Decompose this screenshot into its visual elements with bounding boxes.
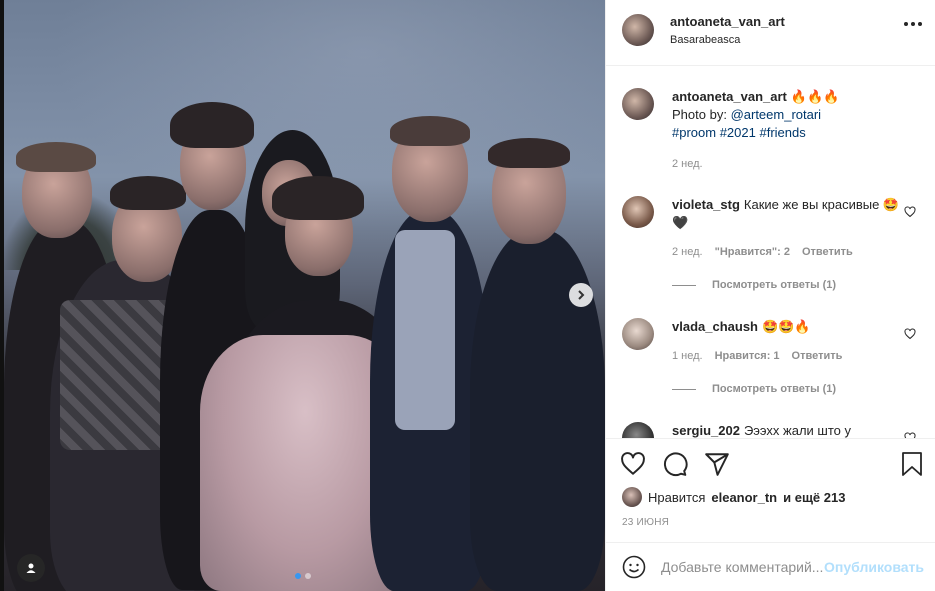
comment-meta: 1 нед. Нравится: 1 Ответить	[672, 350, 842, 362]
author-username[interactable]: antoaneta_van_art	[670, 14, 785, 29]
person-2-hair	[110, 176, 186, 210]
hashtag-link[interactable]: #friends	[759, 125, 805, 140]
comment-username[interactable]: vlada_chaush	[672, 319, 758, 334]
carousel-indicator	[295, 573, 311, 579]
liker-username[interactable]: eleanor_tn	[711, 490, 777, 505]
comment-body: violeta_stg Какие же вы красивые 🤩🖤	[672, 196, 902, 232]
carousel-dot	[305, 573, 311, 579]
liker-avatar[interactable]	[622, 487, 642, 507]
tagged-users-button[interactable]	[17, 554, 45, 582]
commenter-avatar[interactable]	[622, 196, 654, 228]
carousel-next-button[interactable]	[569, 283, 593, 307]
more-dot-icon	[911, 22, 915, 26]
caption-photo-by-label: Photo by:	[672, 107, 727, 122]
replies-line	[672, 284, 696, 286]
comment-input[interactable]: Добавьте комментарий...	[661, 559, 831, 575]
comments-list[interactable]: antoaneta_van_art 🔥🔥🔥 Photo by: @arteem_r…	[606, 66, 935, 438]
person-3-hair	[170, 102, 254, 148]
comment-text: Эээхх жали што у	[743, 423, 851, 438]
user-icon	[26, 563, 36, 573]
view-replies-label: Посмотреть ответы (1)	[712, 383, 837, 395]
hashtag-link[interactable]: #2021	[720, 125, 756, 140]
chevron-right-icon	[578, 290, 585, 300]
carousel-dot-active	[295, 573, 301, 579]
caption-meta: 2 нед.	[672, 158, 703, 170]
more-options-button[interactable]	[904, 22, 922, 26]
heart-icon[interactable]	[620, 451, 646, 477]
comment-time[interactable]: 1 нед.	[672, 350, 703, 362]
caption-body: antoaneta_van_art 🔥🔥🔥 Photo by: @arteem_r…	[672, 88, 902, 142]
person-1-hair	[16, 142, 96, 172]
action-icons	[620, 451, 730, 477]
caption-avatar[interactable]	[622, 88, 654, 120]
comment-like-icon[interactable]	[904, 206, 916, 218]
person-center-hair	[272, 176, 364, 220]
post-actions: Нравится eleanor_tn и ещё 213 23 ИЮНЯ	[606, 438, 935, 542]
comment-username[interactable]: violeta_stg	[672, 197, 740, 212]
comment-like-icon[interactable]	[904, 328, 916, 340]
post-comment-button[interactable]: Опубликовать	[824, 559, 924, 575]
caption: antoaneta_van_art 🔥🔥🔥 Photo by: @arteem_r…	[622, 88, 922, 178]
likes-summary: Нравится eleanor_tn и ещё 213	[622, 487, 845, 507]
comment-icon[interactable]	[662, 451, 688, 477]
comment-item: violeta_stg Какие же вы красивые 🤩🖤 2 нед…	[622, 196, 922, 296]
view-replies-button[interactable]: Посмотреть ответы (1)	[672, 279, 836, 291]
commenter-avatar[interactable]	[622, 422, 654, 438]
post-header: antoaneta_van_art Basarabeasca	[606, 0, 935, 66]
more-dot-icon	[904, 22, 908, 26]
comment-time[interactable]: 2 нед.	[672, 246, 703, 258]
share-icon[interactable]	[704, 451, 730, 477]
bookmark-icon[interactable]	[900, 451, 924, 477]
comment-reply-button[interactable]: Ответить	[802, 246, 853, 258]
comment-item: sergiu_202 Эээхх жали што у	[622, 422, 922, 438]
person-5-hair	[390, 116, 470, 146]
caption-emoji: 🔥🔥🔥	[790, 89, 840, 104]
comment-meta: 2 нед. "Нравится": 2 Ответить	[672, 246, 853, 258]
person-5-shirt	[395, 230, 455, 430]
commenter-avatar[interactable]	[622, 318, 654, 350]
caption-username[interactable]: antoaneta_van_art	[672, 89, 787, 104]
post-location[interactable]: Basarabeasca	[670, 34, 740, 46]
caption-time[interactable]: 2 нед.	[672, 158, 703, 170]
comment-body: sergiu_202 Эээхх жали што у	[672, 422, 902, 438]
add-comment-bar: Добавьте комментарий... Опубликовать	[606, 542, 935, 591]
caption-mention[interactable]: @arteem_rotari	[731, 107, 822, 122]
comment-text: 🤩🤩🔥	[762, 319, 811, 334]
comment-likes[interactable]: "Нравится": 2	[715, 246, 790, 258]
person-6-hair	[488, 138, 570, 168]
emoji-icon[interactable]	[622, 555, 646, 579]
post-sidebar: antoaneta_van_art Basarabeasca antoaneta…	[605, 0, 935, 591]
comment-reply-button[interactable]: Ответить	[792, 350, 843, 362]
comment-username[interactable]: sergiu_202	[672, 423, 740, 438]
view-replies-button[interactable]: Посмотреть ответы (1)	[672, 383, 836, 395]
post-date[interactable]: 23 ИЮНЯ	[622, 517, 669, 528]
comment-likes[interactable]: Нравится: 1	[715, 350, 780, 362]
comment-item: vlada_chaush 🤩🤩🔥 1 нед. Нравится: 1 Ответ…	[622, 318, 922, 418]
replies-line	[672, 388, 696, 390]
likes-count[interactable]: и ещё 213	[783, 490, 845, 505]
view-replies-label: Посмотреть ответы (1)	[712, 279, 837, 291]
hashtag-link[interactable]: #proom	[672, 125, 716, 140]
author-avatar[interactable]	[622, 14, 654, 46]
more-dot-icon	[918, 22, 922, 26]
post-photo[interactable]	[0, 0, 605, 591]
likes-prefix: Нравится	[648, 489, 706, 505]
comment-body: vlada_chaush 🤩🤩🔥	[672, 318, 902, 336]
